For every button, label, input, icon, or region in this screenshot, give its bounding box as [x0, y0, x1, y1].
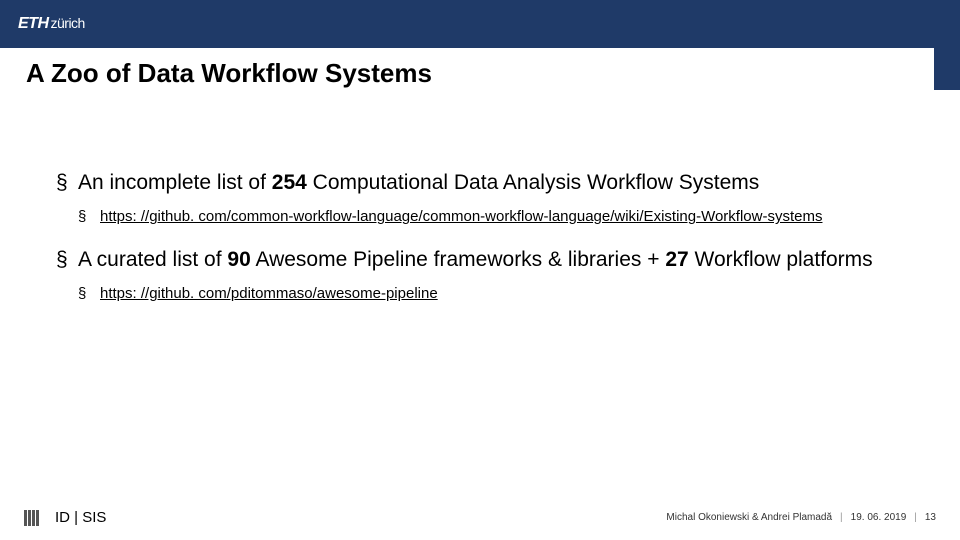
footer-authors: Michal Okoniewski & Andrei Plamadă	[666, 512, 832, 523]
footer-date: 19. 06. 2019	[851, 512, 907, 523]
footer-page-number: 13	[925, 512, 936, 523]
sub-bullet-list: https: //github. com/common-workflow-lan…	[78, 207, 928, 227]
separator: |	[914, 512, 917, 523]
bullet-text-mid: Awesome Pipeline frameworks & libraries …	[251, 248, 666, 271]
header-bar: ETHzürich	[0, 0, 960, 48]
slide-title: A Zoo of Data Workflow Systems	[0, 48, 960, 89]
footer-meta: Michal Okoniewski & Andrei Plamadă | 19.…	[666, 512, 936, 523]
corner-accent	[934, 48, 960, 90]
sub-bullet-list: https: //github. com/pditommaso/awesome-…	[78, 284, 928, 304]
bullet-text-pre: An incomplete list of	[78, 171, 272, 194]
slide-content: An incomplete list of 254 Computational …	[0, 89, 960, 304]
link[interactable]: https: //github. com/common-workflow-lan…	[100, 208, 822, 225]
bullet-text-pre: A curated list of	[78, 248, 227, 271]
link[interactable]: https: //github. com/pditommaso/awesome-…	[100, 285, 438, 302]
bullet-text-post: Workflow platforms	[689, 248, 873, 271]
footer-department: ID | SIS	[55, 509, 106, 526]
bullet-text-post: Computational Data Analysis Workflow Sys…	[307, 171, 759, 194]
bullet-text-bold: 90	[227, 248, 250, 271]
bullet-item: A curated list of 90 Awesome Pipeline fr…	[56, 246, 928, 305]
bullet-text-bold2: 27	[665, 248, 688, 271]
bullet-list: An incomplete list of 254 Computational …	[56, 169, 928, 304]
footer-crest-icon	[24, 510, 39, 526]
sub-bullet-item: https: //github. com/common-workflow-lan…	[78, 207, 928, 227]
bullet-text-bold: 254	[272, 171, 307, 194]
eth-logo: ETHzürich	[18, 15, 85, 33]
separator: |	[840, 512, 843, 523]
logo-main: ETH	[18, 15, 49, 32]
sub-bullet-item: https: //github. com/pditommaso/awesome-…	[78, 284, 928, 304]
bullet-item: An incomplete list of 254 Computational …	[56, 169, 928, 228]
footer: ID | SIS Michal Okoniewski & Andrei Plam…	[0, 509, 960, 526]
logo-sub: zürich	[51, 15, 85, 31]
